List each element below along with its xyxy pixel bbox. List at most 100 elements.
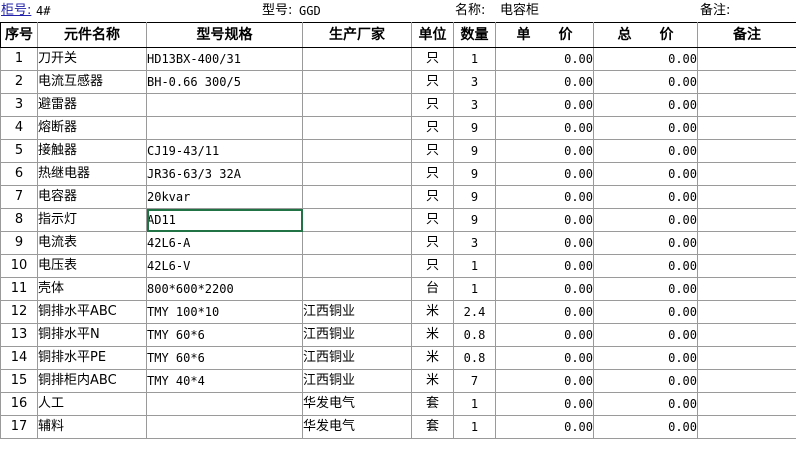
cell-model[interactable]: CJ19-43/11 (146, 139, 303, 163)
column-header-name[interactable]: 元件名称 (37, 22, 147, 48)
cell-name[interactable]: 电流表 (37, 231, 147, 255)
cell-model[interactable]: JR36-63/3 32A (146, 162, 303, 186)
cell-maker[interactable] (302, 116, 412, 140)
cell-seq[interactable]: 11 (0, 277, 38, 301)
cell-remark[interactable] (697, 70, 796, 94)
cell-total-price[interactable]: 0.00 (593, 277, 698, 301)
cell-seq[interactable]: 10 (0, 254, 38, 278)
cell-unit[interactable]: 只 (411, 93, 454, 117)
cell-seq[interactable]: 16 (0, 392, 38, 416)
cell-total-price[interactable]: 0.00 (593, 323, 698, 347)
cell-remark[interactable] (697, 277, 796, 301)
selected-cell[interactable]: AD11 (146, 208, 303, 232)
cell-unit-price[interactable]: 0.00 (495, 93, 594, 117)
cell-unit[interactable]: 套 (411, 392, 454, 416)
cell-unit-price[interactable]: 0.00 (495, 162, 594, 186)
column-header-total-price[interactable]: 总 价 (593, 22, 698, 48)
cell-unit-price[interactable]: 0.00 (495, 346, 594, 370)
cell-unit-price[interactable]: 0.00 (495, 47, 594, 71)
cell-unit[interactable]: 只 (411, 47, 454, 71)
column-header-maker[interactable]: 生产厂家 (302, 22, 412, 48)
cell-remark[interactable] (697, 185, 796, 209)
cell-unit-price[interactable]: 0.00 (495, 208, 594, 232)
cell-qty[interactable]: 3 (453, 70, 496, 94)
cell-remark[interactable] (697, 93, 796, 117)
cell-unit-price[interactable]: 0.00 (495, 300, 594, 324)
cabinet-number-value[interactable]: 4# (36, 3, 50, 19)
cell-unit-price[interactable]: 0.00 (495, 277, 594, 301)
cell-name[interactable]: 电容器 (37, 185, 147, 209)
cell-remark[interactable] (697, 392, 796, 416)
cell-unit-price[interactable]: 0.00 (495, 231, 594, 255)
remark-label[interactable]: 备注: (700, 3, 730, 19)
cell-name[interactable]: 壳体 (37, 277, 147, 301)
cell-model[interactable]: 20kvar (146, 185, 303, 209)
cell-name[interactable]: 热继电器 (37, 162, 147, 186)
cell-unit[interactable]: 只 (411, 254, 454, 278)
cell-maker[interactable]: 江西铜业 (302, 346, 412, 370)
cell-qty[interactable]: 9 (453, 185, 496, 209)
cell-qty[interactable]: 9 (453, 208, 496, 232)
cell-total-price[interactable]: 0.00 (593, 70, 698, 94)
cell-unit[interactable]: 只 (411, 70, 454, 94)
name-label[interactable]: 名称: (455, 3, 485, 19)
cell-remark[interactable] (697, 231, 796, 255)
cell-unit-price[interactable]: 0.00 (495, 116, 594, 140)
cell-maker[interactable] (302, 47, 412, 71)
cell-maker[interactable]: 江西铜业 (302, 369, 412, 393)
cell-unit[interactable]: 只 (411, 139, 454, 163)
column-header-unit-price[interactable]: 单 价 (495, 22, 594, 48)
cell-unit[interactable]: 套 (411, 415, 454, 439)
cell-qty[interactable]: 1 (453, 47, 496, 71)
cell-remark[interactable] (697, 323, 796, 347)
cell-unit[interactable]: 只 (411, 185, 454, 209)
cell-unit[interactable]: 台 (411, 277, 454, 301)
cell-total-price[interactable]: 0.00 (593, 139, 698, 163)
cell-seq[interactable]: 6 (0, 162, 38, 186)
cell-seq[interactable]: 17 (0, 415, 38, 439)
cell-seq[interactable]: 8 (0, 208, 38, 232)
cell-name[interactable]: 铜排水平ABC (37, 300, 147, 324)
cell-unit[interactable]: 只 (411, 208, 454, 232)
cell-maker[interactable] (302, 208, 412, 232)
cell-total-price[interactable]: 0.00 (593, 185, 698, 209)
cell-maker[interactable]: 华发电气 (302, 415, 412, 439)
column-header-qty[interactable]: 数量 (453, 22, 496, 48)
cell-total-price[interactable]: 0.00 (593, 162, 698, 186)
cell-total-price[interactable]: 0.00 (593, 47, 698, 71)
cell-seq[interactable]: 15 (0, 369, 38, 393)
model-label[interactable]: 型号: (262, 3, 292, 19)
model-value[interactable]: GGD (299, 3, 321, 19)
cell-qty[interactable]: 1 (453, 254, 496, 278)
cell-total-price[interactable]: 0.00 (593, 346, 698, 370)
cell-remark[interactable] (697, 300, 796, 324)
cell-qty[interactable]: 9 (453, 139, 496, 163)
cell-model[interactable]: TMY 100*10 (146, 300, 303, 324)
cell-name[interactable]: 刀开关 (37, 47, 147, 71)
cell-maker[interactable]: 华发电气 (302, 392, 412, 416)
cell-qty[interactable]: 3 (453, 231, 496, 255)
cell-model[interactable]: TMY 60*6 (146, 323, 303, 347)
cell-name[interactable]: 人工 (37, 392, 147, 416)
cell-qty[interactable]: 2.4 (453, 300, 496, 324)
cell-name[interactable]: 指示灯 (37, 208, 147, 232)
cell-model[interactable] (146, 392, 303, 416)
cell-unit[interactable]: 米 (411, 323, 454, 347)
cell-maker[interactable] (302, 254, 412, 278)
cell-model[interactable]: 800*600*2200 (146, 277, 303, 301)
cell-model[interactable]: TMY 60*6 (146, 346, 303, 370)
cell-maker[interactable] (302, 277, 412, 301)
cell-total-price[interactable]: 0.00 (593, 231, 698, 255)
cell-model[interactable]: 42L6-A (146, 231, 303, 255)
cell-remark[interactable] (697, 346, 796, 370)
cell-seq[interactable]: 13 (0, 323, 38, 347)
cell-unit-price[interactable]: 0.00 (495, 415, 594, 439)
cabinet-number-label[interactable]: 柜号: (1, 3, 31, 19)
cell-seq[interactable]: 9 (0, 231, 38, 255)
cell-name[interactable]: 铜排水平N (37, 323, 147, 347)
cell-remark[interactable] (697, 415, 796, 439)
cell-name[interactable]: 辅料 (37, 415, 147, 439)
cell-maker[interactable] (302, 162, 412, 186)
cell-model[interactable]: BH-0.66 300/5 (146, 70, 303, 94)
cell-maker[interactable] (302, 93, 412, 117)
